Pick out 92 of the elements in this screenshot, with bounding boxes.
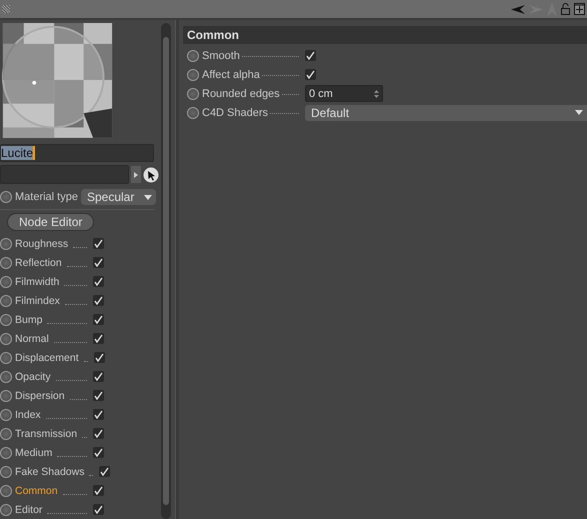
channel-item[interactable]: Roughness [15,238,68,250]
lock-icon[interactable] [561,3,570,15]
keyframe-circle-icon[interactable] [187,68,199,80]
leader-dots [47,513,87,514]
channel-item[interactable]: Filmwidth [15,276,60,288]
name-field[interactable]: Lucite [0,144,154,162]
number-field[interactable]: 0 cm [305,85,383,102]
channel-item[interactable]: Filmindex [15,294,60,306]
leader-dots [47,323,87,324]
channel-item[interactable]: Reflection [15,256,62,268]
keyframe-circle-icon[interactable] [0,238,12,250]
channel-item[interactable]: Common [15,484,58,496]
checkbox[interactable] [93,409,104,420]
keyframe-circle-icon[interactable] [0,314,12,326]
checkbox[interactable] [305,50,316,61]
keyframe-circle-icon[interactable] [0,390,12,402]
leader-dots [84,361,88,362]
leader-dots [270,112,299,114]
material-type-dropdown[interactable]: Specular [80,189,156,206]
caret-icon [144,194,152,200]
checkbox[interactable] [93,276,104,287]
pick-cursor-icon[interactable] [143,166,160,183]
keyframe-circle-icon[interactable] [0,191,12,204]
keyframe-circle-icon[interactable] [0,352,12,364]
leader-dots [73,247,87,248]
channel-item[interactable]: Dispersion [15,390,65,402]
leader-dots [64,304,87,305]
checkbox[interactable] [93,485,104,496]
checkbox[interactable] [93,333,104,344]
scrollbar[interactable] [161,23,172,519]
checkbox[interactable] [93,257,104,268]
play-icon [134,172,138,178]
leader-dots [64,285,87,286]
parameter-label: Smooth [202,50,240,62]
keyframe-circle-icon[interactable] [0,466,12,478]
channel-item[interactable]: Transmission [15,428,78,440]
keyframe-circle-icon[interactable] [0,504,12,516]
section-header: Common [183,26,587,44]
keyframe-circle-icon[interactable] [187,50,199,62]
checkbox[interactable] [93,390,104,401]
grip-icon [2,5,10,13]
material-type-label: Material type [15,191,78,204]
leader-dots [82,437,87,438]
keyframe-circle-icon[interactable] [0,446,12,458]
parameter-label: C4D Shaders [202,106,268,118]
channel-item[interactable]: Opacity [15,370,51,382]
checkbox[interactable] [99,466,110,477]
keyframe-circle-icon[interactable] [0,408,12,420]
leader-dots [66,266,87,267]
channel-item[interactable]: Fake Shadows [15,466,84,478]
leader-dots [62,494,87,495]
leader-dots [46,418,87,419]
keyframe-circle-icon[interactable] [187,106,199,118]
checkbox[interactable] [93,314,104,325]
leader-dots [56,380,87,381]
leader-dots [54,342,87,343]
parameter-label: Affect alpha [202,68,260,80]
keyframe-circle-icon[interactable] [0,370,12,382]
channel-item[interactable]: Normal [15,332,49,344]
checkbox[interactable] [94,352,105,363]
channel-item[interactable]: Displacement [15,352,79,364]
checkbox[interactable] [93,238,104,249]
checkbox[interactable] [93,371,104,382]
shader-dropdown[interactable]: Default [305,104,587,120]
keyframe-circle-icon[interactable] [187,88,199,100]
keyframe-circle-icon[interactable] [0,294,12,306]
checkbox[interactable] [93,447,104,458]
keyframe-circle-icon[interactable] [0,256,12,268]
keyframe-circle-icon[interactable] [0,428,12,440]
back-arrow-icon[interactable] [511,4,525,14]
expand-button[interactable] [131,166,142,184]
checkbox[interactable] [93,504,104,515]
node-editor-button[interactable]: Node Editor [7,213,94,231]
checkbox[interactable] [93,428,104,439]
checkbox[interactable] [93,295,104,306]
keyframe-circle-icon[interactable] [0,276,12,288]
channel-item[interactable]: Index [15,408,41,420]
leader-dots [70,399,87,400]
keyframe-circle-icon[interactable] [0,332,12,344]
channel-item[interactable]: Bump [15,314,42,326]
channel-item[interactable]: Medium [15,446,52,458]
link-field[interactable] [0,165,130,184]
keyframe-circle-icon[interactable] [0,484,12,496]
channel-item[interactable]: Editor [15,504,42,516]
checkbox[interactable] [305,69,316,80]
parameter-label: Rounded edges [202,88,280,100]
spinner-icon[interactable] [374,90,379,98]
leader-dots [57,456,87,457]
caret-icon [575,110,583,115]
leader-dots [262,74,299,76]
new-panel-icon[interactable] [574,3,585,15]
leader-dots [89,475,94,476]
